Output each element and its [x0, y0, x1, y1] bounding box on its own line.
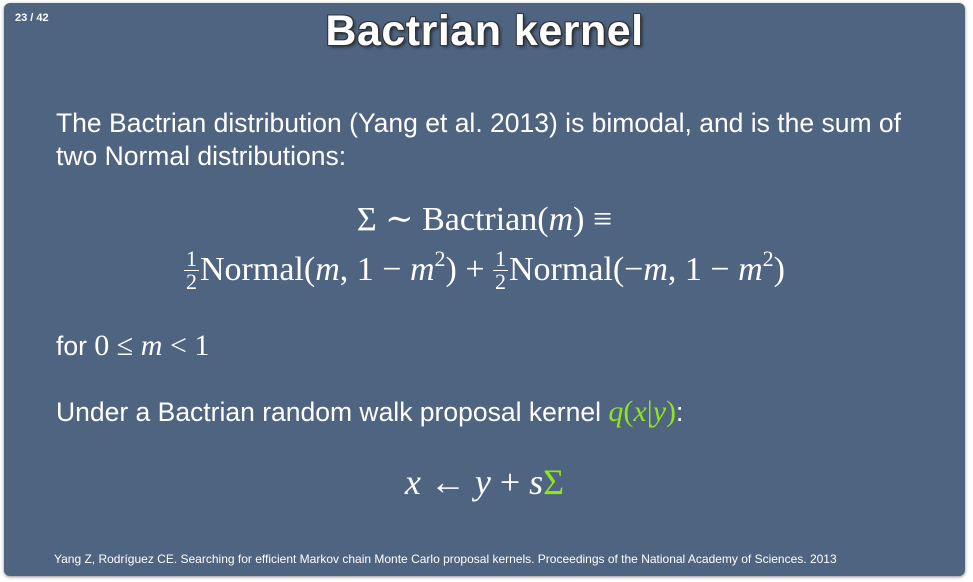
m-var: m [409, 251, 435, 288]
m-var: m [548, 201, 574, 238]
kernel-suffix: : [676, 397, 684, 427]
term-text: , 1 − [667, 251, 739, 288]
exponent: 2 [762, 246, 774, 271]
condition-line: for 0 ≤ m < 1 [56, 329, 209, 363]
m-var: m [315, 251, 340, 288]
paren-close: ) [573, 201, 585, 238]
m-var: m [643, 251, 668, 288]
slide: 23 / 42 Bactrian kernel The Bactrian dis… [4, 3, 965, 576]
update-equation: x ← y + sΣ [4, 461, 965, 503]
sigma-symbol: Σ [543, 462, 565, 502]
intro-paragraph: The Bactrian distribution (Yang et al. 2… [56, 108, 902, 171]
half-fraction-2: 12 [493, 245, 508, 294]
term-text: , 1 − [339, 251, 410, 288]
plus-symbol: + [490, 462, 530, 502]
equiv-symbol: ≡ [593, 201, 613, 238]
x-var: x [404, 462, 421, 502]
equation-line-1: Σ ∼ Bactrian(m) ≡ [4, 199, 965, 239]
term-text: ) + [445, 251, 493, 288]
normal-2: Normal(− [509, 251, 644, 288]
slide-title: Bactrian kernel [325, 7, 644, 55]
sigma-symbol: Σ [356, 201, 377, 238]
half-fraction-1: 12 [184, 245, 199, 294]
s-var: s [529, 462, 544, 502]
term-text: ) [773, 251, 785, 288]
sim-symbol: ∼ [385, 201, 414, 238]
equation-line-2: 1 2 Normal(m, 1 − m2) + 1 2 Normal(−m, 1 − m… [4, 246, 965, 295]
kernel-line: Under a Bactrian random walk proposal ke… [56, 395, 683, 429]
condition-expr: 0 ≤ m < 1 [94, 329, 210, 362]
normal-1: Normal( [200, 251, 316, 288]
exponent: 2 [434, 246, 446, 271]
arrow-symbol: ← [420, 462, 475, 502]
condition-prefix: for [56, 331, 95, 361]
kernel-prefix: Under a Bactrian random walk proposal ke… [56, 397, 609, 427]
citation: Yang Z, Rodríguez CE. Searching for effi… [54, 552, 837, 566]
m-var: m [738, 251, 763, 288]
kernel-expression: q(x|y) [608, 395, 677, 428]
y-var: y [474, 462, 491, 502]
bactrian-text: Bactrian( [422, 201, 549, 238]
